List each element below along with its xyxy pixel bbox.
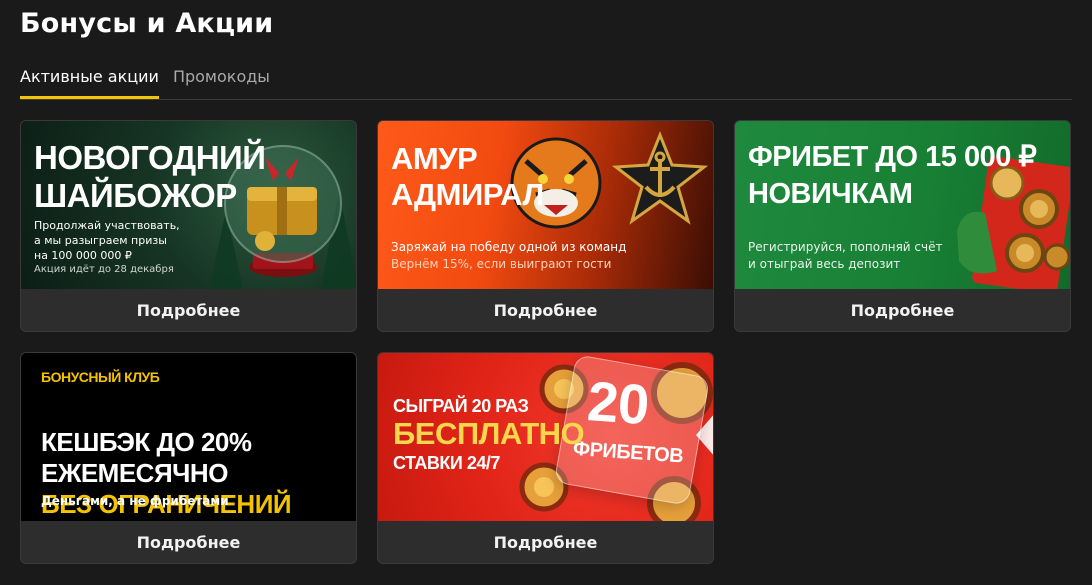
promo-card-20-freebets[interactable]: 20 фрибетов Сыграй 20 раз бесплатно став… (377, 352, 714, 564)
card-headline-line: бесплатно (393, 416, 585, 451)
promo-banner: Амур Адмирал Заряжай на победу одной из … (378, 121, 713, 289)
more-button[interactable]: Подробнее (21, 289, 356, 331)
card-subtext-line: Вернём 15%, если выиграют гости (391, 257, 612, 271)
card-headline-line: Адмирал (391, 177, 544, 212)
card-subtext-line: Деньгами, а не фрибетами (41, 494, 229, 508)
card-headline-line: Амур (391, 141, 478, 176)
tab-bar: Активные акции Промокоды (20, 66, 1072, 100)
badge-number: 20 (585, 369, 651, 437)
card-label: Бонусный клуб (41, 369, 160, 385)
card-note: Акция идёт до 28 декабря (34, 264, 174, 275)
card-subtext-line: Продолжай участвовать, (34, 219, 180, 232)
card-headline-line: шайбожор (34, 177, 237, 214)
card-subtext-line: Заряжай на победу одной из команд (391, 240, 627, 254)
card-headline-line: Сыграй 20 раз (393, 396, 529, 416)
card-headline-line: Фрибет до 15 000 ₽ (748, 141, 1037, 173)
promo-banner: Фрибет до 15 000 ₽ новичкам Регистрируйс… (735, 121, 1070, 289)
promo-card-amur-admiral[interactable]: Амур Адмирал Заряжай на победу одной из … (377, 120, 714, 332)
card-subtext-line: Регистрируйся, пополняй счёт (748, 240, 943, 254)
promo-banner: Бонусный клуб Кешбэк до 20% ежемесячно б… (21, 353, 356, 521)
card-headline-line: Новогодний (34, 139, 266, 176)
promo-banner: Новогодний шайбожор Продолжай участвоват… (21, 121, 356, 289)
page-title: Бонусы и Акции (20, 8, 274, 39)
card-subtext-line: а мы разыграем призы (34, 234, 167, 247)
tab-active-promotions[interactable]: Активные акции (20, 66, 159, 99)
card-headline-line: новичкам (748, 178, 913, 210)
more-button[interactable]: Подробнее (378, 521, 713, 563)
card-subtext-line: на 100 000 000 ₽ (34, 249, 132, 262)
bonuses-page: Бонусы и Акции Активные акции Промокоды … (0, 0, 1092, 585)
promo-card-bonus-club[interactable]: Бонусный клуб Кешбэк до 20% ежемесячно б… (20, 352, 357, 564)
promo-card-freebet-newbies[interactable]: Фрибет до 15 000 ₽ новичкам Регистрируйс… (734, 120, 1071, 332)
badge-text: фрибетов (572, 437, 684, 468)
card-headline-line: Кешбэк до 20% ежемесячно (41, 427, 252, 488)
card-subtext-line: и отыграй весь депозит (748, 257, 901, 271)
more-button[interactable]: Подробнее (378, 289, 713, 331)
promo-card-new-year[interactable]: Новогодний шайбожор Продолжай участвоват… (20, 120, 357, 332)
promo-banner: 20 фрибетов Сыграй 20 раз бесплатно став… (378, 353, 713, 521)
tab-promocodes[interactable]: Промокоды (173, 66, 270, 99)
card-headline-line: ставки 24/7 (393, 453, 500, 473)
anchor-star-logo-icon (612, 131, 708, 225)
more-button[interactable]: Подробнее (735, 289, 1070, 331)
more-button[interactable]: Подробнее (21, 521, 356, 563)
